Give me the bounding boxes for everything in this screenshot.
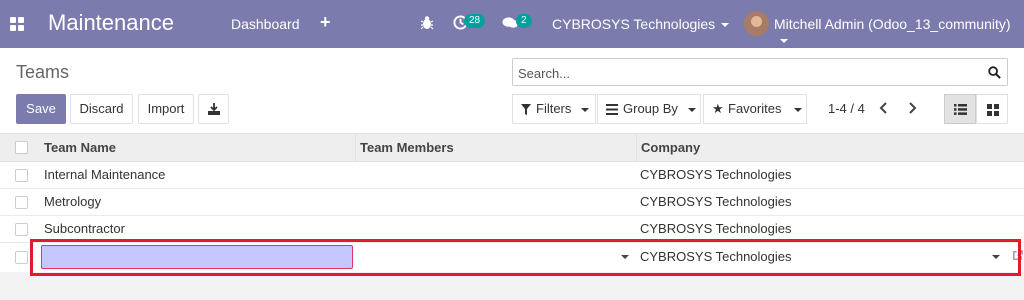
kanban-view-icon: [987, 104, 999, 116]
control-panel: Teams Save Discard Import Filters Group …: [0, 48, 1024, 134]
groupby-label: Group By: [623, 101, 678, 116]
filters-label: Filters: [536, 101, 572, 116]
top-navbar: Maintenance Dashboard + 28 2 CYBROSYS Te…: [0, 0, 1024, 48]
list-icon: [606, 104, 618, 115]
editable-row[interactable]: CYBROSYS Technologies: [0, 244, 1024, 271]
favorites-label: Favorites: [728, 101, 782, 116]
table-header: Team Name Team Members Company: [0, 134, 1024, 162]
team-name-cell[interactable]: Internal Maintenance: [44, 162, 165, 189]
chevron-down-icon: [721, 23, 730, 28]
select-all-checkbox[interactable]: [15, 141, 28, 154]
external-link-icon[interactable]: [1012, 250, 1023, 261]
company-cell[interactable]: CYBROSYS Technologies: [640, 216, 792, 243]
list-view-button[interactable]: [944, 94, 976, 124]
download-button[interactable]: [198, 94, 229, 124]
activity-badge: 28: [464, 14, 486, 28]
team-members-field[interactable]: [359, 244, 634, 270]
team-name-cell[interactable]: Metrology: [44, 189, 101, 216]
team-name-input[interactable]: [41, 245, 353, 269]
table-row[interactable]: Subcontractor CYBROSYS Technologies: [0, 216, 1024, 243]
apps-grid-icon[interactable]: [10, 17, 24, 31]
row-checkbox[interactable]: [15, 251, 28, 264]
column-team-members[interactable]: Team Members: [355, 134, 636, 162]
column-team-name[interactable]: Team Name: [44, 134, 116, 162]
avatar[interactable]: [744, 11, 769, 36]
chevron-down-icon: [794, 108, 802, 112]
messages-badge: 2: [516, 14, 532, 28]
pager-value[interactable]: 1-4 / 4: [828, 101, 865, 116]
company-field[interactable]: CYBROSYS Technologies: [640, 244, 792, 271]
star-icon: ★: [712, 101, 724, 116]
save-button[interactable]: Save: [16, 94, 66, 124]
app-title[interactable]: Maintenance: [48, 10, 174, 36]
menu-dashboard[interactable]: Dashboard: [231, 16, 300, 32]
list-footer: [0, 272, 1024, 300]
filter-icon: [521, 104, 531, 115]
table-row[interactable]: Internal Maintenance CYBROSYS Technologi…: [0, 162, 1024, 189]
company-cell[interactable]: CYBROSYS Technologies: [640, 189, 792, 216]
plus-icon[interactable]: +: [320, 12, 331, 33]
chevron-down-icon: [780, 39, 788, 44]
chevron-down-icon[interactable]: [621, 255, 629, 259]
favorites-dropdown[interactable]: ★ Favorites: [703, 94, 807, 124]
chevron-down-icon: [581, 108, 589, 112]
search-input[interactable]: [518, 64, 978, 82]
row-checkbox[interactable]: [15, 169, 28, 182]
download-icon: [208, 103, 220, 115]
chevron-right-icon[interactable]: [907, 102, 917, 114]
user-menu[interactable]: Mitchell Admin (Odoo_13_community): [774, 16, 1024, 48]
groupby-dropdown[interactable]: Group By: [597, 94, 701, 124]
bug-icon[interactable]: [420, 15, 434, 31]
table-row[interactable]: Metrology CYBROSYS Technologies: [0, 189, 1024, 216]
kanban-view-button[interactable]: [976, 94, 1008, 124]
search-icon[interactable]: [988, 66, 1001, 79]
list-view-icon: [954, 104, 967, 115]
team-name-cell[interactable]: Subcontractor: [44, 216, 125, 243]
company-switcher[interactable]: CYBROSYS Technologies: [552, 16, 730, 32]
row-checkbox[interactable]: [15, 196, 28, 209]
user-name: Mitchell Admin (Odoo_13_community): [774, 16, 1011, 32]
column-company[interactable]: Company: [636, 134, 1024, 162]
chevron-down-icon: [688, 108, 696, 112]
filters-dropdown[interactable]: Filters: [512, 94, 596, 124]
page-title: Teams: [16, 62, 70, 82]
import-button[interactable]: Import: [138, 94, 194, 124]
discard-button[interactable]: Discard: [70, 94, 133, 124]
chevron-down-icon[interactable]: [992, 255, 1000, 259]
chevron-left-icon[interactable]: [879, 102, 889, 114]
company-name: CYBROSYS Technologies: [552, 16, 716, 32]
company-cell[interactable]: CYBROSYS Technologies: [640, 162, 792, 189]
search-box[interactable]: [512, 58, 1008, 86]
row-checkbox[interactable]: [15, 223, 28, 236]
